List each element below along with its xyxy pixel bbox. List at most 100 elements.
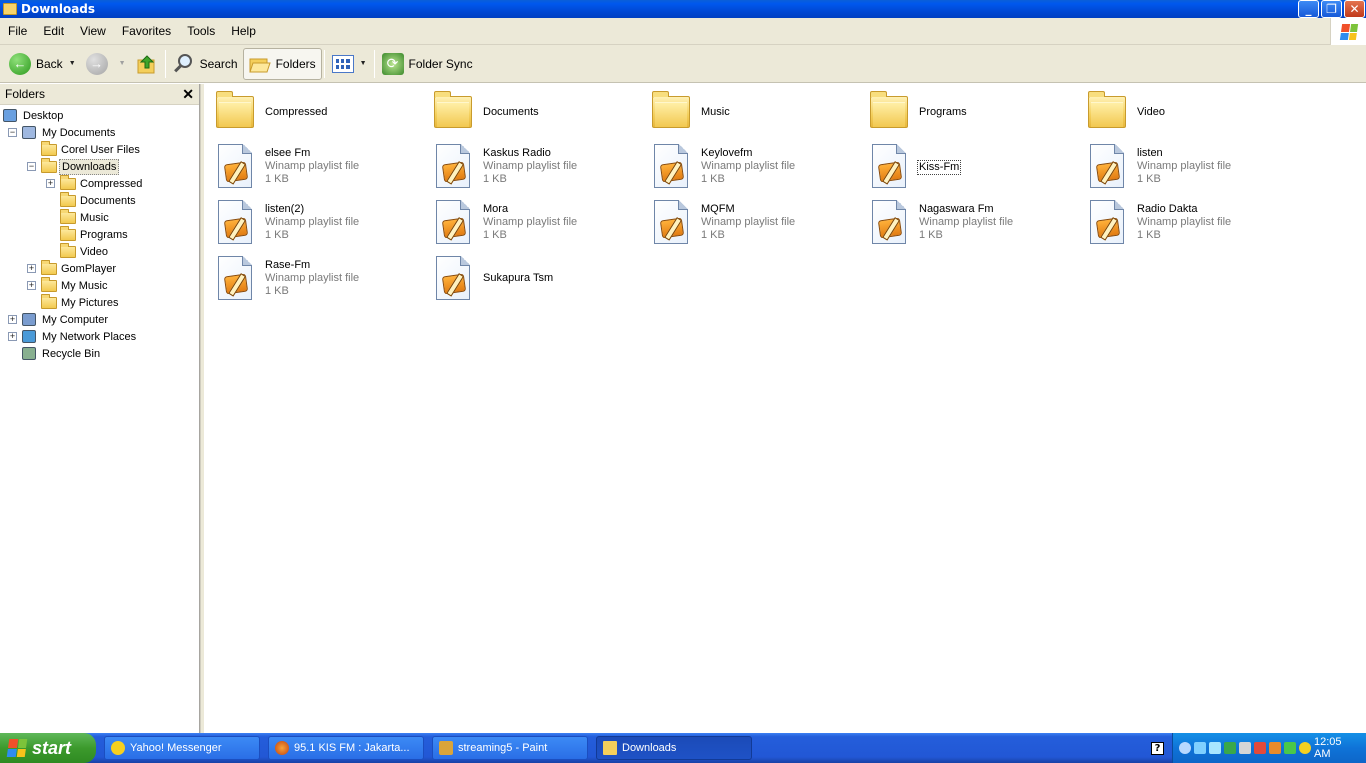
desktop-icon (3, 109, 19, 123)
file-item-sukapura-tsm[interactable]: Sukapura Tsm (426, 254, 636, 306)
item-name: Keylovefm (701, 147, 753, 159)
file-item-kaskus-radio[interactable]: Kaskus Radio Winamp playlist file 1 KB (426, 142, 636, 194)
tree-item-my-computer[interactable]: + My Computer (0, 311, 199, 328)
item-name: Radio Dakta (1137, 203, 1198, 215)
tray-app-icon[interactable] (1284, 742, 1296, 754)
item-size: 1 KB (265, 285, 289, 297)
folder-item-compressed[interactable]: Compressed (208, 88, 418, 140)
title-bar[interactable]: Downloads _ ❐ ✕ (0, 0, 1366, 18)
folder-item-programs[interactable]: Programs (862, 88, 1072, 140)
folder-item-music[interactable]: Music (644, 88, 854, 140)
file-item-kiss-fm[interactable]: Kiss-Fm (862, 142, 1072, 194)
expand-icon[interactable]: + (46, 179, 55, 188)
tree-item-recycle-bin[interactable]: Recycle Bin (0, 345, 199, 362)
expand-icon[interactable]: + (8, 332, 17, 341)
taskbar-button-paint[interactable]: streaming5 - Paint (432, 736, 588, 760)
menu-help[interactable]: Help (223, 24, 264, 38)
file-item-elsee-fm[interactable]: elsee Fm Winamp playlist file 1 KB (208, 142, 418, 194)
file-item-listen-2-[interactable]: listen(2) Winamp playlist file 1 KB (208, 198, 418, 250)
file-item-keylovefm[interactable]: Keylovefm Winamp playlist file 1 KB (644, 142, 854, 194)
tree-item-my-documents[interactable]: − My Documents (0, 124, 199, 141)
menu-view[interactable]: View (72, 24, 114, 38)
file-item-nagaswara-fm[interactable]: Nagaswara Fm Winamp playlist file 1 KB (862, 198, 1072, 250)
collapse-icon[interactable]: − (27, 162, 36, 171)
file-item-rase-fm[interactable]: Rase-Fm Winamp playlist file 1 KB (208, 254, 418, 306)
tray-app-icon[interactable] (1194, 742, 1206, 754)
file-item-listen[interactable]: listen Winamp playlist file 1 KB (1080, 142, 1290, 194)
item-name: Nagaswara Fm (919, 203, 994, 215)
back-button[interactable]: ← Back ▼ (4, 48, 81, 80)
tray-app-icon[interactable] (1224, 742, 1236, 754)
tree-item-programs[interactable]: Programs (0, 226, 199, 243)
tray-app-icon[interactable] (1209, 742, 1221, 754)
file-item-radio-dakta[interactable]: Radio Dakta Winamp playlist file 1 KB (1080, 198, 1290, 250)
tree-item-corel-user-files[interactable]: Corel User Files (0, 141, 199, 158)
clock[interactable]: 12:05 AM (1314, 736, 1354, 760)
folder-icon (3, 3, 17, 15)
chevron-down-icon[interactable]: ▼ (360, 60, 367, 67)
folder-sync-button[interactable]: ⟳ Folder Sync (377, 48, 478, 80)
collapse-icon[interactable]: − (8, 128, 17, 137)
expand-icon[interactable]: + (8, 315, 17, 324)
expand-icon[interactable]: + (27, 281, 36, 290)
close-button[interactable]: ✕ (1344, 0, 1365, 18)
network-icon[interactable] (1239, 742, 1251, 754)
minimize-button[interactable]: _ (1298, 0, 1319, 18)
search-button[interactable]: Search (168, 48, 243, 80)
menu-edit[interactable]: Edit (35, 24, 72, 38)
winamp-playlist-icon (216, 200, 256, 246)
tree-item-label: My Computer (42, 313, 109, 326)
tray-app-icon[interactable] (1254, 742, 1266, 754)
expand-icon[interactable]: + (27, 264, 36, 273)
item-name: elsee Fm (265, 147, 311, 159)
taskbar-button-firefox[interactable]: 95.1 KIS FM : Jakarta... (268, 736, 424, 760)
menu-favorites[interactable]: Favorites (114, 24, 179, 38)
help-icon[interactable]: ? (1151, 742, 1164, 755)
chevron-down-icon[interactable]: ▼ (69, 60, 76, 67)
taskbar-button-yahoo-messenger[interactable]: Yahoo! Messenger (104, 736, 260, 760)
winamp-playlist-icon (216, 256, 256, 302)
taskbar-button-downloads[interactable]: Downloads (596, 736, 752, 760)
folder-icon (60, 192, 76, 208)
views-button[interactable]: ▼ (327, 48, 372, 80)
item-name: Video (1137, 106, 1165, 118)
item-size: 1 KB (483, 173, 507, 185)
item-name: Kiss-Fm (917, 160, 962, 175)
close-icon[interactable]: ✕ (182, 86, 194, 103)
item-text: Keylovefm Winamp playlist file 1 KB (701, 147, 795, 186)
tray-app-icon[interactable] (1269, 742, 1281, 754)
tree-item-label: My Documents (42, 126, 116, 139)
folder-icon (41, 260, 57, 276)
tree-item-my-pictures[interactable]: My Pictures (0, 294, 199, 311)
folder-item-video[interactable]: Video (1080, 88, 1290, 140)
tree-item-my-network-places[interactable]: + My Network Places (0, 328, 199, 345)
file-item-mora[interactable]: Mora Winamp playlist file 1 KB (426, 198, 636, 250)
start-button[interactable]: start (0, 733, 96, 763)
tree-item-documents[interactable]: Documents (0, 192, 199, 209)
tree-item-video[interactable]: Video (0, 243, 199, 260)
tree-item-desktop[interactable]: Desktop (0, 107, 199, 124)
menu-file[interactable]: File (0, 24, 35, 38)
item-text: Kaskus Radio Winamp playlist file 1 KB (483, 147, 577, 186)
tree-item-music[interactable]: Music (0, 209, 199, 226)
folder-icon (603, 741, 617, 755)
folder-item-documents[interactable]: Documents (426, 88, 636, 140)
item-text: Music (701, 106, 730, 119)
menu-tools[interactable]: Tools (179, 24, 223, 38)
winamp-playlist-icon (652, 144, 692, 190)
up-button[interactable] (131, 48, 163, 80)
tree-item-my-music[interactable]: + My Music (0, 277, 199, 294)
yahoo-icon[interactable] (1299, 742, 1311, 754)
tree-item-downloads[interactable]: − Downloads (0, 158, 199, 175)
tree-item-compressed[interactable]: + Compressed (0, 175, 199, 192)
forward-button[interactable]: → ▼ (81, 48, 131, 80)
chevron-left-icon[interactable] (1179, 742, 1191, 754)
chevron-down-icon[interactable]: ▼ (119, 60, 126, 67)
tree-item-gomplayer[interactable]: + GomPlayer (0, 260, 199, 277)
item-size: 1 KB (701, 229, 725, 241)
restore-button[interactable]: ❐ (1321, 0, 1342, 18)
item-type: Winamp playlist file (483, 216, 578, 228)
tree-item-label: Desktop (23, 109, 64, 122)
folders-button[interactable]: Folders (242, 47, 322, 80)
file-item-mqfm[interactable]: MQFM Winamp playlist file 1 KB (644, 198, 854, 250)
